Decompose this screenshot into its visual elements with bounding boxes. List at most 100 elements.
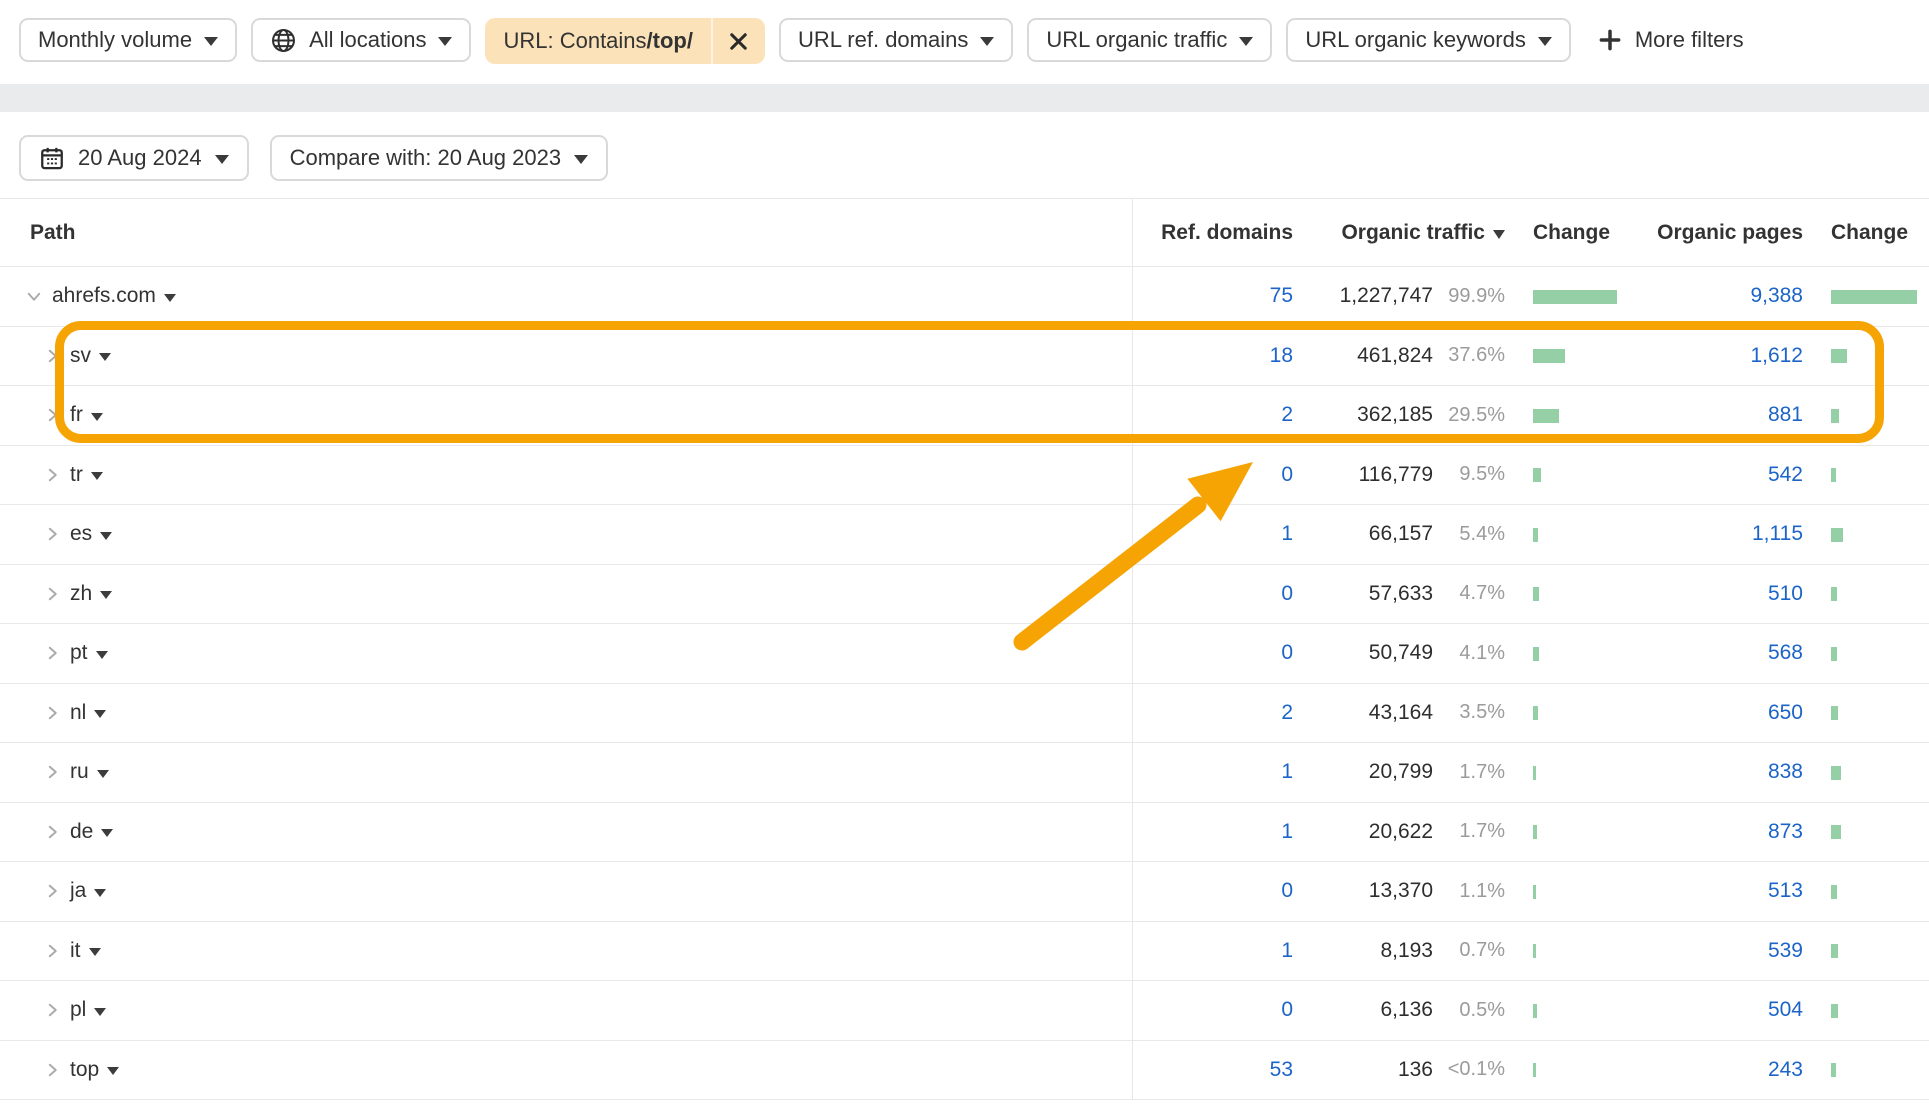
column-header-organic-traffic[interactable]: Organic traffic — [1293, 221, 1505, 245]
path-label[interactable]: sv — [70, 344, 91, 368]
path-menu-caret-icon[interactable] — [95, 650, 108, 659]
ref-domains-value[interactable]: 1 — [1281, 760, 1293, 783]
organic-pages-value[interactable]: 510 — [1768, 582, 1803, 605]
url-ref-domains-filter-button[interactable]: URL ref. domains — [778, 18, 1014, 62]
path-label[interactable]: zh — [70, 582, 92, 606]
path-label[interactable]: nl — [70, 701, 86, 725]
organic-pages-value[interactable]: 539 — [1768, 939, 1803, 962]
url-organic-keywords-filter-button[interactable]: URL organic keywords — [1286, 18, 1571, 62]
expand-chevron-icon[interactable] — [25, 287, 43, 305]
ref-domains-value[interactable]: 1 — [1281, 820, 1293, 843]
column-header-ref-domains[interactable]: Ref. domains — [1133, 221, 1293, 245]
organic-pages-value[interactable]: 838 — [1768, 760, 1803, 783]
path-label[interactable]: ja — [70, 879, 86, 903]
expand-chevron-icon[interactable] — [43, 585, 61, 603]
ref-domains-value[interactable]: 0 — [1281, 463, 1293, 486]
path-label[interactable]: top — [70, 1058, 99, 1082]
expand-chevron-icon[interactable] — [43, 466, 61, 484]
site-structure-table: Path Ref. domains Organic traffic Change… — [0, 198, 1929, 1100]
table-row-tr: tr 0 116,779 9.5% 542 — [0, 445, 1929, 505]
path-menu-caret-icon[interactable] — [94, 710, 107, 719]
organic-pages-value[interactable]: 504 — [1768, 998, 1803, 1021]
organic-pages-value[interactable]: 1,115 — [1752, 522, 1803, 545]
path-menu-caret-icon[interactable] — [99, 353, 111, 362]
ref-domains-value[interactable]: 2 — [1281, 403, 1293, 426]
ref-domains-value[interactable]: 53 — [1270, 1058, 1293, 1081]
column-header-traffic-change[interactable]: Change — [1505, 221, 1650, 245]
path-label[interactable]: ru — [70, 760, 89, 784]
path-menu-caret-icon[interactable] — [107, 1067, 120, 1076]
more-filters-button[interactable]: More filters — [1597, 18, 1744, 62]
organic-pages-value[interactable]: 513 — [1768, 879, 1803, 902]
expand-chevron-icon[interactable] — [43, 347, 61, 365]
url-organic-traffic-filter-button[interactable]: URL organic traffic — [1027, 18, 1273, 62]
expand-chevron-icon[interactable] — [43, 406, 61, 424]
path-label[interactable]: pt — [70, 641, 88, 665]
pages-change-bar — [1831, 825, 1841, 840]
traffic-change-bar — [1533, 765, 1536, 780]
ref-domains-value[interactable]: 2 — [1281, 701, 1293, 724]
column-header-path[interactable]: Path — [0, 199, 1133, 266]
path-label[interactable]: tr — [70, 463, 83, 487]
path-label[interactable]: fr — [70, 403, 83, 427]
column-header-organic-pages[interactable]: Organic pages — [1650, 221, 1803, 245]
organic-pages-value[interactable]: 243 — [1768, 1058, 1803, 1081]
table-row-ja: ja 0 13,370 1.1% 513 — [0, 862, 1929, 922]
expand-chevron-icon[interactable] — [43, 1061, 61, 1079]
path-label[interactable]: ahrefs.com — [52, 284, 156, 308]
path-menu-caret-icon[interactable] — [100, 531, 113, 540]
path-menu-caret-icon[interactable] — [163, 293, 176, 302]
path-menu-caret-icon[interactable] — [94, 888, 107, 897]
expand-chevron-icon[interactable] — [43, 942, 61, 960]
expand-chevron-icon[interactable] — [43, 644, 61, 662]
pages-change-bar — [1831, 884, 1837, 899]
url-contains-filter-chip[interactable]: URL: Contains /top/ — [485, 18, 765, 64]
organic-traffic-value: 20,799 — [1368, 760, 1433, 784]
ref-domains-value[interactable]: 1 — [1281, 939, 1293, 962]
path-menu-caret-icon[interactable] — [90, 472, 103, 481]
ref-domains-value[interactable]: 0 — [1281, 998, 1293, 1021]
ref-domains-value[interactable]: 75 — [1270, 284, 1293, 307]
pages-change-bar — [1831, 349, 1847, 364]
ref-domains-value[interactable]: 1 — [1281, 522, 1293, 545]
organic-traffic-value: 66,157 — [1368, 522, 1433, 546]
path-menu-caret-icon[interactable] — [100, 591, 113, 600]
expand-chevron-icon[interactable] — [43, 704, 61, 722]
column-header-pages-change[interactable]: Change — [1803, 221, 1929, 245]
traffic-share-percent: 5.4% — [1459, 522, 1505, 545]
organic-pages-value[interactable]: 873 — [1768, 820, 1803, 843]
path-menu-caret-icon[interactable] — [94, 1007, 107, 1016]
path-label[interactable]: es — [70, 522, 92, 546]
ref-domains-value[interactable]: 18 — [1270, 344, 1293, 367]
url-ref-domains-label: URL ref. domains — [797, 27, 969, 52]
organic-pages-value[interactable]: 568 — [1768, 641, 1803, 664]
ref-domains-value[interactable]: 0 — [1281, 641, 1293, 664]
monthly-volume-filter-button[interactable]: Monthly volume — [19, 18, 238, 62]
organic-pages-value[interactable]: 881 — [1768, 403, 1803, 426]
date-picker-button[interactable]: 20 Aug 2024 — [19, 135, 249, 181]
expand-chevron-icon[interactable] — [43, 823, 61, 841]
path-menu-caret-icon[interactable] — [101, 829, 114, 838]
organic-pages-value[interactable]: 650 — [1768, 701, 1803, 724]
path-label[interactable]: it — [70, 939, 81, 963]
expand-chevron-icon[interactable] — [43, 1001, 61, 1019]
path-menu-caret-icon[interactable] — [90, 412, 103, 421]
path-label[interactable]: pl — [70, 998, 86, 1022]
close-icon[interactable] — [710, 18, 765, 64]
path-menu-caret-icon[interactable] — [88, 948, 101, 957]
organic-traffic-value: 50,749 — [1368, 641, 1433, 665]
expand-chevron-icon[interactable] — [43, 882, 61, 900]
organic-pages-value[interactable]: 9,388 — [1750, 284, 1803, 307]
pages-change-bar — [1831, 289, 1917, 304]
organic-pages-value[interactable]: 542 — [1768, 463, 1803, 486]
path-label[interactable]: de — [70, 820, 93, 844]
path-menu-caret-icon[interactable] — [96, 769, 109, 778]
expand-chevron-icon[interactable] — [43, 525, 61, 543]
expand-chevron-icon[interactable] — [43, 763, 61, 781]
organic-pages-value[interactable]: 1,612 — [1750, 344, 1803, 367]
traffic-change-bar — [1533, 289, 1617, 304]
ref-domains-value[interactable]: 0 — [1281, 879, 1293, 902]
ref-domains-value[interactable]: 0 — [1281, 582, 1293, 605]
all-locations-filter-button[interactable]: All locations — [251, 18, 472, 62]
compare-date-button[interactable]: Compare with: 20 Aug 2023 — [269, 135, 609, 181]
